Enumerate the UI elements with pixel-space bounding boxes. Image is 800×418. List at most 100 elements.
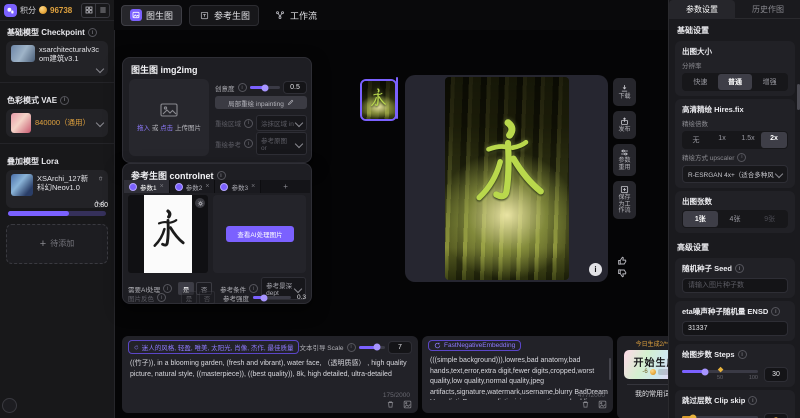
resolution-fast[interactable]: 快速 [683, 74, 718, 90]
help-button[interactable] [2, 398, 17, 413]
checkpoint-card[interactable]: xsarchitecturalv3com建筑v3.1 [6, 41, 108, 76]
info-icon[interactable] [738, 350, 747, 359]
denoise-slider[interactable] [250, 86, 281, 89]
ensd-card: eta噪声种子随机量 ENSD [675, 301, 795, 341]
info-icon[interactable] [217, 171, 226, 180]
resolution-enhance[interactable]: 增强 [752, 74, 787, 90]
info-icon[interactable] [244, 139, 253, 148]
multiple-2x[interactable]: 2x [761, 132, 787, 148]
redraw-ref-select[interactable]: 参考原图 or [256, 132, 307, 155]
lora-weight-slider[interactable]: 0.80 [8, 211, 106, 216]
trash-icon[interactable] [581, 400, 590, 409]
grid-view-icon[interactable] [82, 4, 95, 17]
steps-value[interactable]: 30 [764, 367, 788, 382]
negative-scrollbar[interactable] [609, 358, 611, 380]
steps-max: 100 [749, 375, 758, 381]
tab-reference-generate[interactable]: 参考生图 [189, 5, 259, 26]
invert-no-button[interactable]: 否 [199, 291, 215, 304]
info-icon[interactable] [244, 119, 253, 128]
lora-expand[interactable] [11, 196, 103, 204]
denoise-value[interactable]: 0.5 [283, 81, 307, 94]
info-icon[interactable] [157, 293, 166, 302]
seed-input[interactable] [682, 278, 788, 293]
scale-value[interactable]: 7 [388, 341, 412, 354]
checkpoint-expand[interactable] [11, 64, 103, 72]
scale-slider[interactable] [359, 346, 385, 349]
info-icon[interactable] [737, 153, 746, 162]
redraw-area-select[interactable]: 涂抹区域 in [256, 115, 307, 131]
publish-button[interactable]: 发布 [613, 111, 636, 139]
add-lora-button[interactable]: + 待添加 [6, 224, 108, 264]
download-button[interactable]: 下载 [613, 78, 636, 106]
view-ai-processed-button[interactable]: 查看AI处理图片 [226, 226, 294, 242]
prompt-tags-pill[interactable]: 迷人的风格, 轻盈, 唯美, 太阳光, 肖像, 杰作, 最佳质量 [128, 340, 299, 354]
multiple-none[interactable]: 无 [683, 132, 709, 148]
add-param-tab-button[interactable] [261, 180, 310, 193]
resolution-normal[interactable]: 普通 [718, 74, 753, 90]
ensd-input[interactable] [682, 321, 788, 336]
image-upload-dropzone[interactable]: 拖入 或 点击 上传图片 [129, 79, 209, 156]
steps-slider[interactable]: 50 100 [682, 367, 758, 381]
negative-embedding-pill[interactable]: FastNegativeEmbedding [428, 340, 521, 351]
lora-card[interactable]: XSArchi_127新科幻Neov1.0 [6, 170, 108, 208]
info-icon[interactable] [735, 264, 744, 273]
tab-img2img[interactable]: 图生图 [121, 5, 182, 26]
app-logo-icon[interactable] [4, 4, 17, 17]
count-options: 1张 4张 9张 [682, 210, 788, 228]
info-icon[interactable] [748, 396, 757, 405]
info-icon[interactable] [347, 343, 356, 352]
upscaler-select[interactable]: R-ESRGAN 4x+（适合多种风 [682, 165, 788, 183]
info-icon[interactable] [88, 28, 97, 37]
ref-strength-slider[interactable] [253, 296, 291, 299]
generated-image[interactable] [445, 77, 569, 280]
save-workflow-icon [620, 185, 629, 194]
menu-icon[interactable] [95, 4, 109, 17]
multiple-15x[interactable]: 1.5x [735, 132, 761, 148]
close-icon[interactable] [160, 183, 164, 190]
image-export-icon[interactable] [403, 400, 412, 409]
clip-slider[interactable]: 12 [682, 413, 758, 418]
vae-section-title: 色彩模式 VAE [0, 89, 114, 109]
reference-image-container[interactable] [128, 195, 208, 273]
tab-workflow[interactable]: 工作流 [266, 6, 325, 25]
coin-icon [650, 369, 656, 375]
reuse-params-button[interactable]: 参数重用 [613, 144, 636, 176]
count-4[interactable]: 4张 [718, 211, 753, 227]
inpainting-button[interactable]: 局部重绘 inpainting [215, 96, 307, 109]
prompt-textarea[interactable]: ((竹子)), in a blooming garden, (fresh and… [128, 357, 416, 403]
thumbs-up-button[interactable] [617, 255, 628, 266]
image-export-icon[interactable] [598, 400, 607, 409]
invert-yes-button[interactable]: 是 [181, 291, 197, 304]
param-tab-1[interactable]: 参数1 [124, 180, 170, 193]
save-workflow-button[interactable]: 保存为工作流 [613, 181, 636, 219]
thumbs-down-button[interactable] [617, 268, 628, 279]
image-info-icon[interactable]: i [589, 263, 602, 276]
vae-card[interactable]: 840000（通用） [6, 109, 108, 137]
multiple-1x[interactable]: 1x [709, 132, 735, 148]
generated-yong [469, 109, 546, 227]
trash-icon[interactable] [98, 174, 103, 183]
tab-history[interactable]: 历史作图 [735, 0, 800, 19]
thumbnail-scrollbar[interactable] [396, 77, 398, 119]
info-icon[interactable] [60, 96, 69, 105]
drop-drag-label: 拖入 [137, 125, 150, 132]
gear-icon[interactable] [195, 198, 205, 208]
clip-value[interactable]: 2 [764, 413, 788, 418]
hires-multiple-options: 无 1x 1.5x 2x [682, 131, 788, 149]
tab-param-settings[interactable]: 参数设置 [669, 0, 735, 19]
refresh-icon [434, 342, 441, 349]
close-icon[interactable] [205, 183, 209, 190]
result-thumbnail[interactable] [360, 79, 397, 121]
close-icon[interactable] [251, 183, 255, 190]
info-icon[interactable] [771, 307, 780, 316]
lora-thumbnail [11, 174, 33, 196]
publish-icon [620, 117, 629, 126]
info-icon[interactable] [238, 83, 247, 92]
param-tab-2[interactable]: 参数2 [170, 180, 216, 193]
trash-icon[interactable] [386, 400, 395, 409]
chevron-down-icon [295, 139, 303, 147]
plus-icon: + [40, 238, 46, 250]
count-1[interactable]: 1张 [683, 211, 718, 227]
param-tab-3[interactable]: 参数3 [215, 180, 261, 193]
count-9[interactable]: 9张 [752, 211, 787, 227]
